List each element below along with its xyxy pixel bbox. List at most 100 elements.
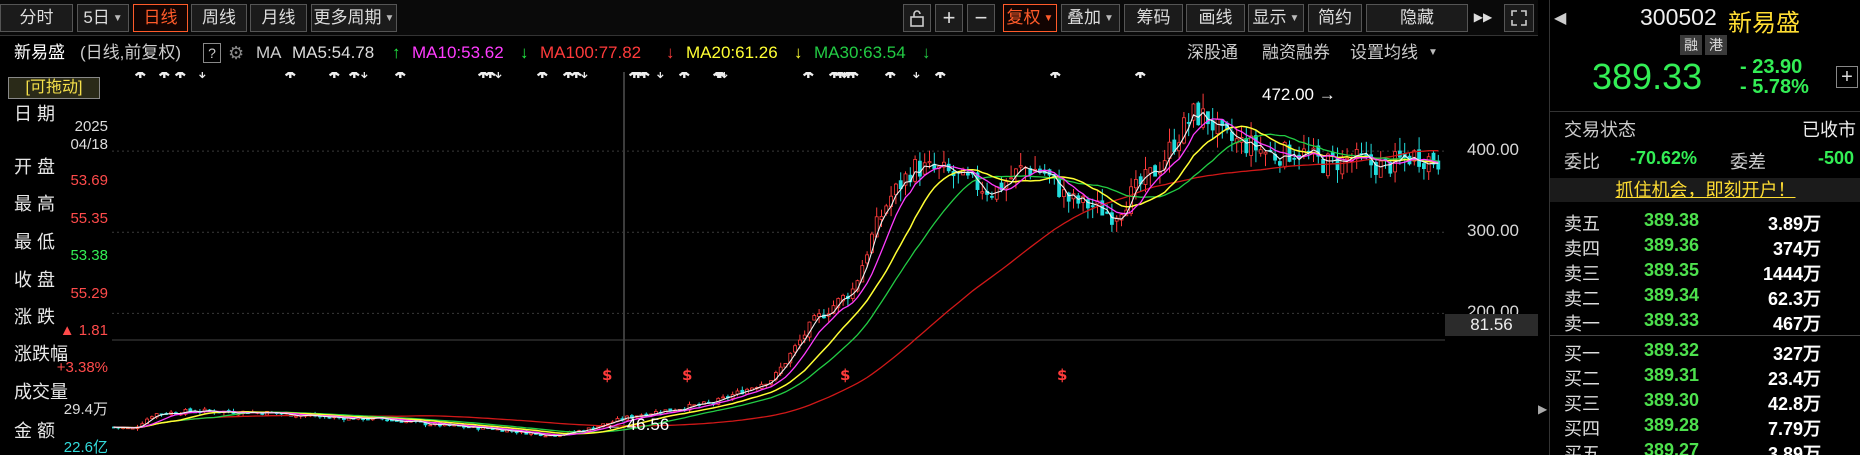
kline-chart[interactable]: ✱ ✱ ✱ ↕ ✱ ✱ ✱ ↕ ✱ ✱ ✱ ↕ ✱ ✱ ✱ ↕ ✱ ✱ ✱ ↕ ✱ ✱ ✱ ↕ ✱ ✱ ✱ ↕ ✱ ✱ ✱ ↕ ✱ ✱ ✱ $ $ $ $ … [111, 64, 1445, 455]
orderbook-label: 买二 [1564, 369, 1600, 389]
candle [428, 424, 433, 427]
event-marker[interactable]: ✱ [284, 64, 297, 82]
signal-marker[interactable]: $ [840, 366, 850, 384]
tool-button-1[interactable]: 叠加 ▼ [1061, 4, 1120, 32]
high-label: 最 高 [14, 194, 56, 214]
period-button-3[interactable]: 周线 [191, 4, 247, 32]
candle [1244, 138, 1249, 154]
candle [1378, 160, 1383, 178]
orderbook-price: 389.35 [1644, 260, 1700, 280]
chevron-down-icon: ▼ [112, 13, 123, 24]
quote-panel: ◀ 300502 新易盛 融 港 389.33 - 23.90 - 5.78% … [1549, 0, 1860, 455]
orderbook-row[interactable]: 买五 389.27 3.89万 [1550, 440, 1860, 455]
event-marker[interactable]: ↕ [196, 64, 209, 82]
orderbook-price: 389.32 [1644, 340, 1700, 360]
tool-button-4[interactable]: 显示 ▼ [1248, 4, 1304, 32]
signal-marker[interactable]: $ [682, 366, 692, 384]
orderbook-label: 卖五 [1564, 214, 1600, 234]
ma100-line [113, 150, 1439, 429]
ma5-line [113, 111, 1439, 437]
orderbook-label: 买五 [1564, 444, 1600, 455]
candle [817, 313, 821, 317]
orderbook-row[interactable]: 买三 389.30 42.8万 [1550, 390, 1860, 414]
event-marker[interactable]: ✱ [1049, 64, 1062, 82]
price-change-pct: - 5.78% [1740, 76, 1809, 98]
orderbook-row[interactable]: 卖二 389.34 62.3万 [1550, 285, 1860, 309]
event-marker[interactable]: ✱ [934, 64, 947, 82]
prev-stock-icon[interactable]: ◀ [1554, 8, 1568, 30]
panel-collapse-icon[interactable]: ▶ [1538, 395, 1549, 423]
orderbook-row[interactable]: 卖一 389.33 467万 [1550, 310, 1860, 334]
candle [1186, 122, 1191, 124]
link-margin-trading[interactable]: 融资融券 [1262, 38, 1330, 68]
tool-button-label: 显示 [1252, 8, 1287, 27]
fullscreen-icon[interactable] [1504, 4, 1534, 32]
tool-button-6[interactable]: 隐藏 [1366, 4, 1468, 32]
event-marker[interactable]: ↕ [358, 64, 371, 82]
weibi-value: -70.62% [1630, 148, 1698, 168]
signal-marker[interactable]: $ [602, 366, 612, 384]
orderbook-label: 卖三 [1564, 264, 1600, 284]
orderbook-row[interactable]: 买四 389.28 7.79万 [1550, 415, 1860, 439]
link-hk-connect[interactable]: 深股通 [1187, 38, 1238, 68]
volume-value: 29.4万 [63, 401, 108, 418]
volume-label: 成交量 [14, 382, 68, 402]
tool-button-0[interactable]: 复权 ▼ [1003, 4, 1057, 32]
event-marker[interactable]: ✱ [394, 64, 407, 82]
candle [1249, 135, 1253, 156]
chevron-down-icon[interactable]: ▼ [1428, 38, 1438, 68]
orderbook-row[interactable]: 买一 389.32 327万 [1550, 340, 1860, 364]
status-value: 已收市 [1802, 120, 1856, 140]
ma5-value: MA5:54.78 [292, 43, 375, 62]
event-marker[interactable]: ✱ [174, 64, 187, 82]
event-marker[interactable]: ✱ [1134, 64, 1147, 82]
period-button-1[interactable]: 5日 ▼ [77, 4, 129, 32]
orderbook-row[interactable]: 买二 389.31 23.4万 [1550, 365, 1860, 389]
tool-button-2[interactable]: 筹码 [1124, 4, 1183, 32]
lock-icon[interactable] [903, 4, 931, 32]
tool-button-label: 筹码 [1136, 8, 1171, 27]
promo-link[interactable]: 抓住机会，即刻开户！ [1550, 178, 1860, 202]
add-watchlist-button[interactable]: + [1836, 66, 1858, 88]
event-marker[interactable]: ↕ [718, 64, 731, 82]
event-marker[interactable]: ✱ [802, 64, 815, 82]
tool-button-5[interactable]: 简约 [1308, 4, 1362, 32]
event-marker[interactable]: ✱ [847, 64, 860, 82]
signal-marker[interactable]: $ [1057, 366, 1067, 384]
link-ma-settings[interactable]: 设置均线 [1350, 38, 1418, 68]
zoom-out-icon[interactable]: − [967, 4, 995, 32]
event-marker[interactable]: ✱ [328, 64, 341, 82]
candle [1292, 157, 1297, 160]
event-marker[interactable]: ↕ [654, 64, 667, 82]
orderbook-row[interactable]: 卖五 389.38 3.89万 [1550, 210, 1860, 234]
orderbook-volume: 1444万 [1762, 264, 1821, 284]
period-button-5[interactable]: 更多周期 ▼ [311, 4, 397, 32]
period-button-0[interactable]: 分时 [0, 4, 73, 32]
drag-label[interactable]: [可拖动] [8, 77, 100, 99]
candle [913, 159, 917, 182]
orderbook-label: 卖一 [1564, 314, 1600, 334]
gear-icon[interactable]: ⚙ [228, 38, 244, 68]
event-marker[interactable]: ↕ [910, 64, 923, 82]
chevron-down-icon: ▼ [1289, 13, 1300, 24]
event-marker[interactable]: ✱ [638, 64, 651, 82]
help-button[interactable]: ? [203, 43, 221, 63]
event-marker[interactable]: ✱ [536, 64, 549, 82]
event-marker[interactable]: ✱ [678, 64, 691, 82]
zoom-in-icon[interactable]: + [935, 4, 963, 32]
tool-button-3[interactable]: 画线 [1186, 4, 1245, 32]
orderbook-row[interactable]: 卖四 389.36 374万 [1550, 235, 1860, 259]
orderbook-row[interactable]: 卖三 389.35 1444万 [1550, 260, 1860, 284]
event-marker[interactable]: ✱ [884, 64, 897, 82]
orderbook-volume: 327万 [1772, 344, 1821, 364]
fast-forward-icon[interactable]: ▶▶ [1468, 4, 1498, 32]
period-button-4[interactable]: 月线 [250, 4, 307, 32]
event-marker[interactable]: ↕ [578, 64, 591, 82]
candle [721, 396, 725, 399]
event-marker[interactable]: ✱ [158, 64, 171, 82]
period-button-2[interactable]: 日线 [133, 4, 188, 32]
event-marker[interactable]: ↕ [492, 64, 505, 82]
orderbook-volume: 3.89万 [1767, 444, 1821, 455]
high-annotation: 472.00 → [1262, 85, 1336, 104]
event-marker[interactable]: ✱ [134, 64, 147, 82]
